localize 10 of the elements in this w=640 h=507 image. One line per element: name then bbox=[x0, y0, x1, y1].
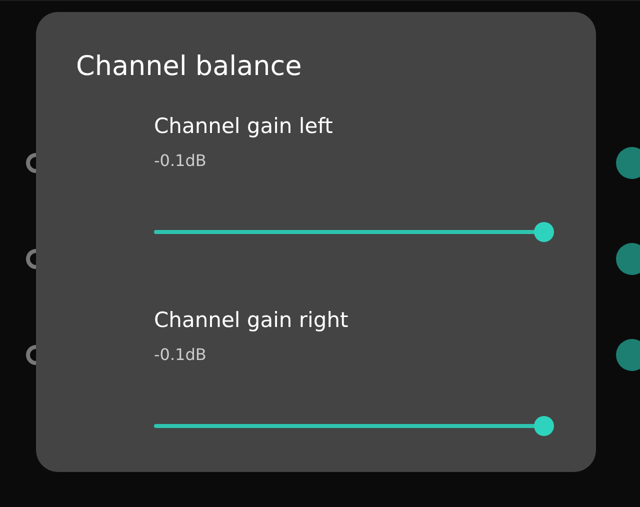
slider-value: -0.1dB bbox=[154, 344, 208, 366]
slider-label: Channel gain right bbox=[154, 307, 350, 334]
slider-label: Channel gain left bbox=[154, 113, 334, 140]
slider-thumb[interactable] bbox=[534, 222, 554, 242]
toggle-knob[interactable] bbox=[616, 243, 640, 275]
toggle-knob[interactable] bbox=[616, 147, 640, 179]
toggle-knob[interactable] bbox=[616, 339, 640, 371]
dialog-title: Channel balance bbox=[76, 50, 303, 84]
slider-value: -0.1dB bbox=[154, 150, 208, 172]
slider-thumb[interactable] bbox=[534, 416, 554, 436]
